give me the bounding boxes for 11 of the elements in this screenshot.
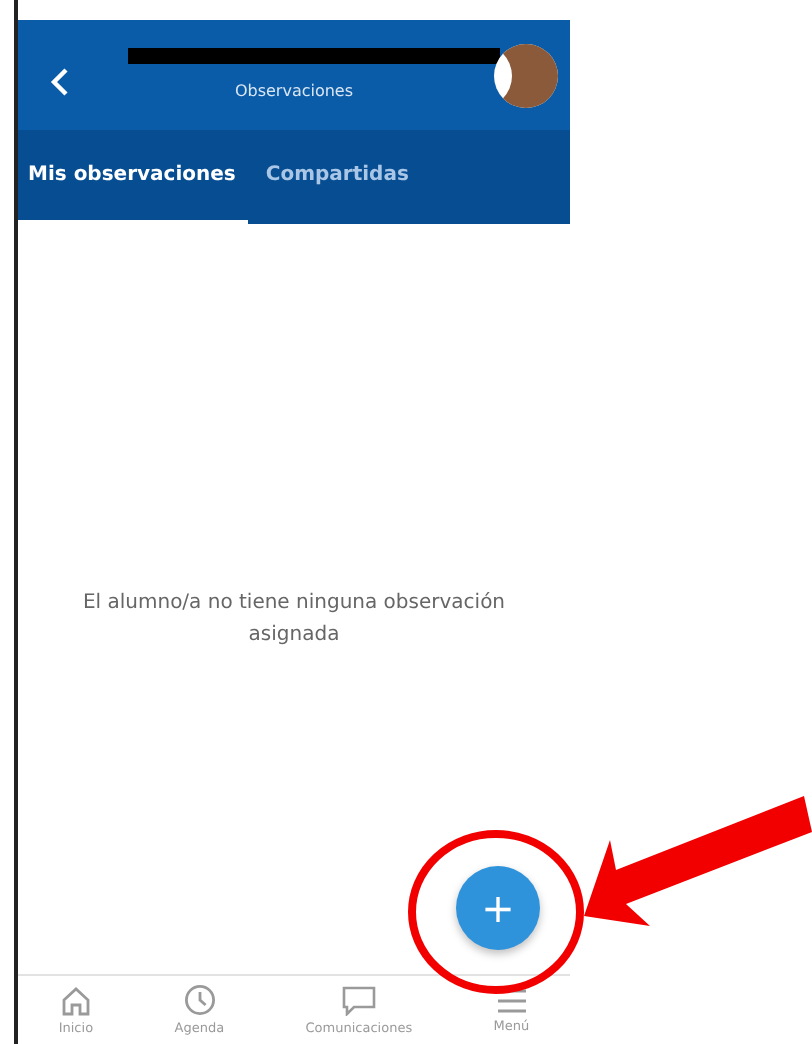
- home-icon: [59, 985, 92, 1015]
- menu-icon: [495, 987, 528, 1013]
- clock-icon: [183, 984, 216, 1016]
- screen-subtitle: Observaciones: [234, 81, 354, 99]
- back-icon[interactable]: [50, 68, 70, 96]
- chat-bubble-icon: [341, 985, 376, 1015]
- avatar-placeholder[interactable]: [494, 44, 558, 108]
- empty-state-message: El alumno/a no tiene ninguna observación asignada: [80, 589, 508, 649]
- tab[interactable]: Mis observaciones: [18, 130, 248, 224]
- tab[interactable]: Compartidas: [255, 130, 419, 224]
- add-button[interactable]: +: [456, 866, 540, 950]
